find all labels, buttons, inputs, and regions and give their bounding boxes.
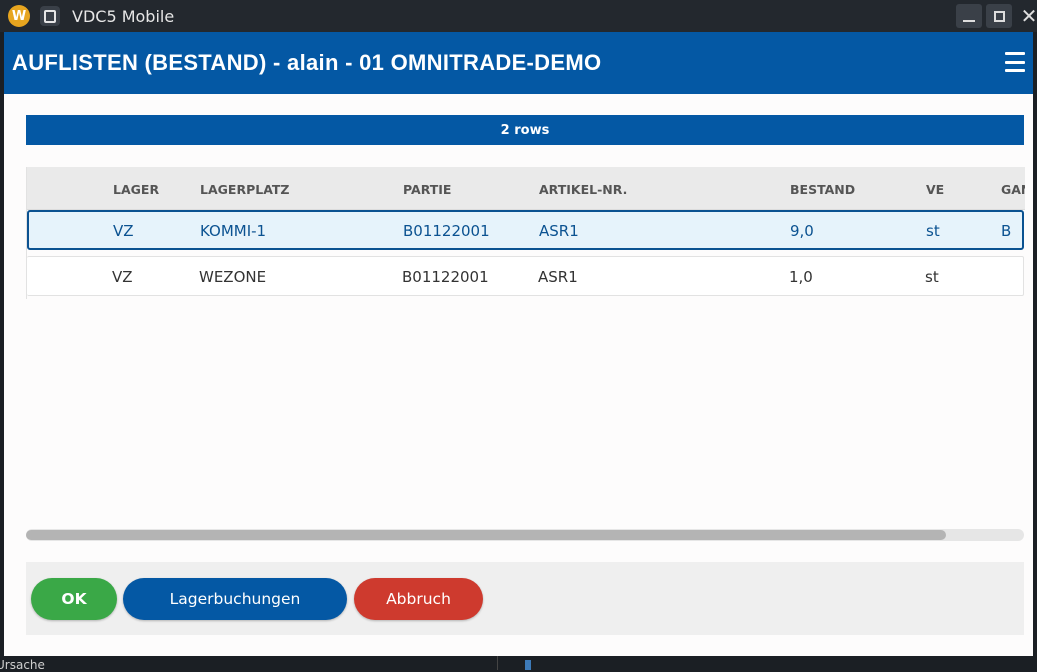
cell-gan: B (1001, 222, 1012, 240)
lagerbuchungen-button[interactable]: Lagerbuchungen (123, 578, 347, 620)
cell-artikel-nr: ASR1 (538, 268, 578, 286)
column-header-ve[interactable]: VE (926, 182, 944, 197)
cell-bestand: 9,0 (790, 222, 814, 240)
cell-partie: B01122001 (402, 268, 489, 286)
cell-partie: B01122001 (403, 222, 490, 240)
cell-lager: VZ (113, 222, 134, 240)
cell-lagerplatz: WEZONE (199, 268, 267, 286)
column-header-lagerplatz[interactable]: LAGERPLATZ (200, 182, 289, 197)
pin-button[interactable] (40, 6, 60, 26)
footer-button-bar: OK Lagerbuchungen Abbruch (26, 562, 1024, 635)
os-title-bar: VDC5 Mobile ✕ (0, 0, 1037, 32)
column-header-artikel-nr[interactable]: ARTIKEL-NR. (539, 182, 627, 197)
app-header: AUFLISTEN (BESTAND) - alain - 01 OMNITRA… (4, 32, 1033, 94)
cell-lager: VZ (112, 268, 133, 286)
close-icon: ✕ (1020, 4, 1037, 28)
maximize-icon (993, 10, 1005, 22)
minimize-icon (963, 20, 975, 22)
cell-lagerplatz: KOMMI-1 (200, 222, 267, 240)
w-logo-icon (8, 5, 30, 27)
cell-bestand: 1,0 (789, 268, 813, 286)
abbruch-button[interactable]: Abbruch (354, 578, 483, 620)
app-window: AUFLISTEN (BESTAND) - alain - 01 OMNITRA… (4, 32, 1033, 656)
row-count-bar: 2 rows (26, 115, 1024, 145)
hamburger-menu-icon[interactable] (1005, 52, 1025, 72)
cell-artikel-nr: ASR1 (539, 222, 579, 240)
ok-button[interactable]: OK (31, 578, 117, 620)
table-row[interactable]: VZ WEZONE B01122001 ASR1 1,0 st (27, 256, 1024, 296)
minimize-button[interactable] (956, 4, 982, 28)
close-button[interactable]: ✕ (1016, 4, 1037, 28)
column-header-gan[interactable]: GAN (1001, 182, 1025, 197)
cell-ve: st (925, 268, 939, 286)
column-header-partie[interactable]: PARTIE (403, 182, 451, 197)
horizontal-scrollbar[interactable] (26, 529, 1024, 541)
os-window-title: VDC5 Mobile (72, 7, 175, 26)
background-window-strip: Ursache (0, 656, 1037, 672)
table-row[interactable]: VZ KOMMI-1 B01122001 ASR1 9,0 st B (27, 210, 1024, 250)
table-header: LAGER LAGERPLATZ PARTIE ARTIKEL-NR. BEST… (27, 167, 1025, 210)
pin-icon (44, 9, 56, 23)
cell-ve: st (926, 222, 940, 240)
background-marker (525, 660, 531, 670)
page-title: AUFLISTEN (BESTAND) - alain - 01 OMNITRA… (12, 50, 602, 75)
maximize-button[interactable] (986, 4, 1012, 28)
scrollbar-thumb[interactable] (26, 530, 946, 540)
column-header-lager[interactable]: LAGER (113, 182, 159, 197)
column-header-bestand[interactable]: BESTAND (790, 182, 855, 197)
divider (497, 656, 498, 670)
stock-table: LAGER LAGERPLATZ PARTIE ARTIKEL-NR. BEST… (26, 167, 1025, 299)
